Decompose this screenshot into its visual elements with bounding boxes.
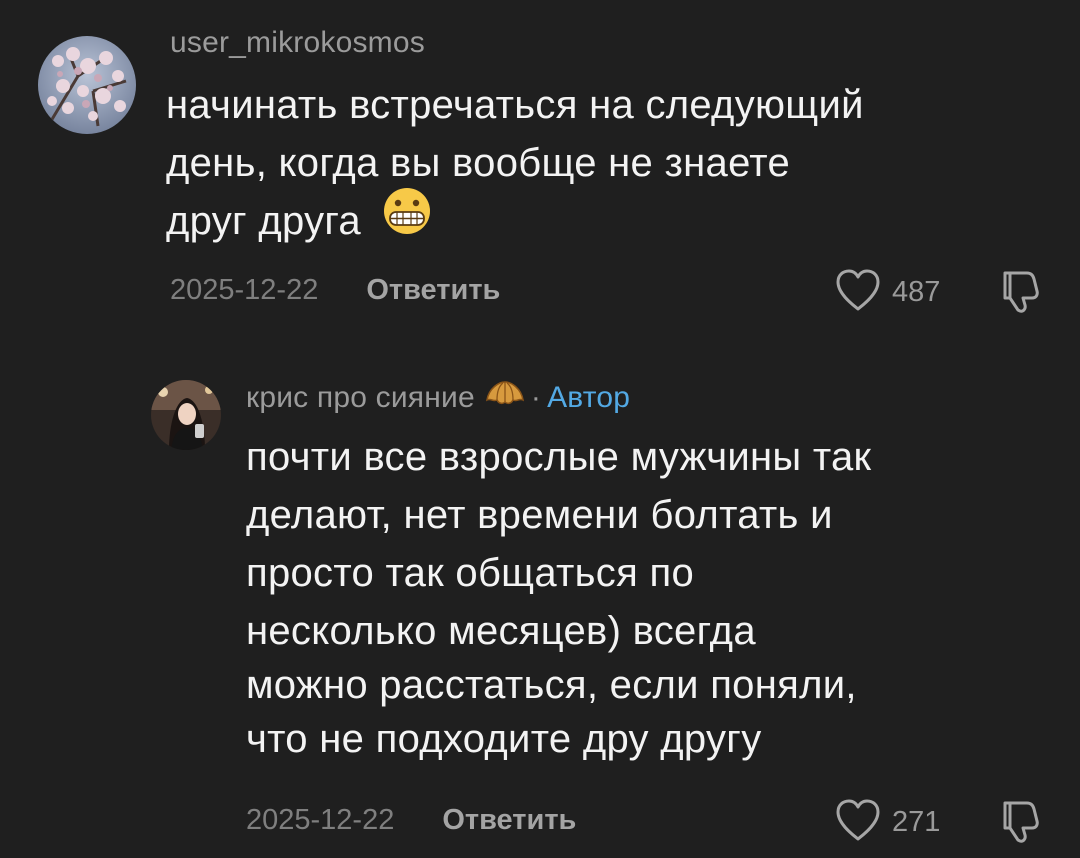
comment-text-line: делают, нет времени болтать и bbox=[246, 493, 833, 537]
comment-text: почти все взрослые мужчины так делают, н… bbox=[246, 428, 871, 768]
croissant-icon bbox=[485, 378, 525, 418]
comment-text-line-last: друг друга bbox=[166, 188, 864, 252]
comment-text-line: что не подходите дру другу bbox=[246, 717, 762, 761]
avatar[interactable] bbox=[151, 380, 221, 450]
like-count: 271 bbox=[892, 806, 941, 838]
like-button[interactable]: 271 bbox=[834, 798, 940, 847]
comment-text: начинать встречаться на следующий день, … bbox=[166, 76, 864, 252]
comment-text-line: несколько месяцев) всегда bbox=[246, 609, 756, 653]
comment-meta: 2025-12-22 Ответить bbox=[246, 804, 576, 837]
heart-outline-icon bbox=[834, 268, 882, 317]
avatar[interactable] bbox=[38, 36, 136, 134]
comment-text-line: почти все взрослые мужчины так bbox=[246, 435, 872, 479]
comment-text-line: можно расстаться, если поняли, bbox=[246, 663, 857, 707]
reply-button[interactable]: Ответить bbox=[366, 274, 500, 307]
comment-text-line: день, когда вы вообще не знаете bbox=[166, 141, 791, 185]
thumbs-down-icon[interactable] bbox=[995, 267, 1043, 320]
author-badge: Автор bbox=[547, 381, 631, 414]
reply-button[interactable]: Ответить bbox=[442, 804, 576, 837]
comments-thread: user_mikrokosmos начинать встречаться на… bbox=[0, 0, 1080, 858]
comment-meta: 2025-12-22 Ответить bbox=[170, 274, 500, 307]
reply-username-row: крис про сияние · Автор bbox=[246, 378, 630, 418]
reply-comment-item: крис про сияние · Автор почти все взросл… bbox=[0, 360, 1080, 858]
like-count: 487 bbox=[892, 276, 941, 308]
comment-text-line: начинать встречаться на следующий bbox=[166, 83, 864, 127]
separator-dot: · bbox=[530, 381, 542, 414]
comment-text-line-content: друг друга bbox=[166, 199, 361, 243]
thumbs-down-icon[interactable] bbox=[995, 797, 1043, 850]
comment-username[interactable]: крис про сияние bbox=[246, 381, 475, 415]
comment-item: user_mikrokosmos начинать встречаться на… bbox=[0, 0, 1080, 330]
comment-date: 2025-12-22 bbox=[170, 274, 319, 306]
heart-outline-icon bbox=[834, 798, 882, 847]
comment-text-line: просто так общаться по bbox=[246, 551, 694, 595]
comment-date: 2025-12-22 bbox=[246, 804, 395, 836]
like-button[interactable]: 487 bbox=[834, 268, 940, 317]
grimacing-face-icon bbox=[382, 186, 432, 252]
comment-username[interactable]: user_mikrokosmos bbox=[170, 26, 425, 60]
